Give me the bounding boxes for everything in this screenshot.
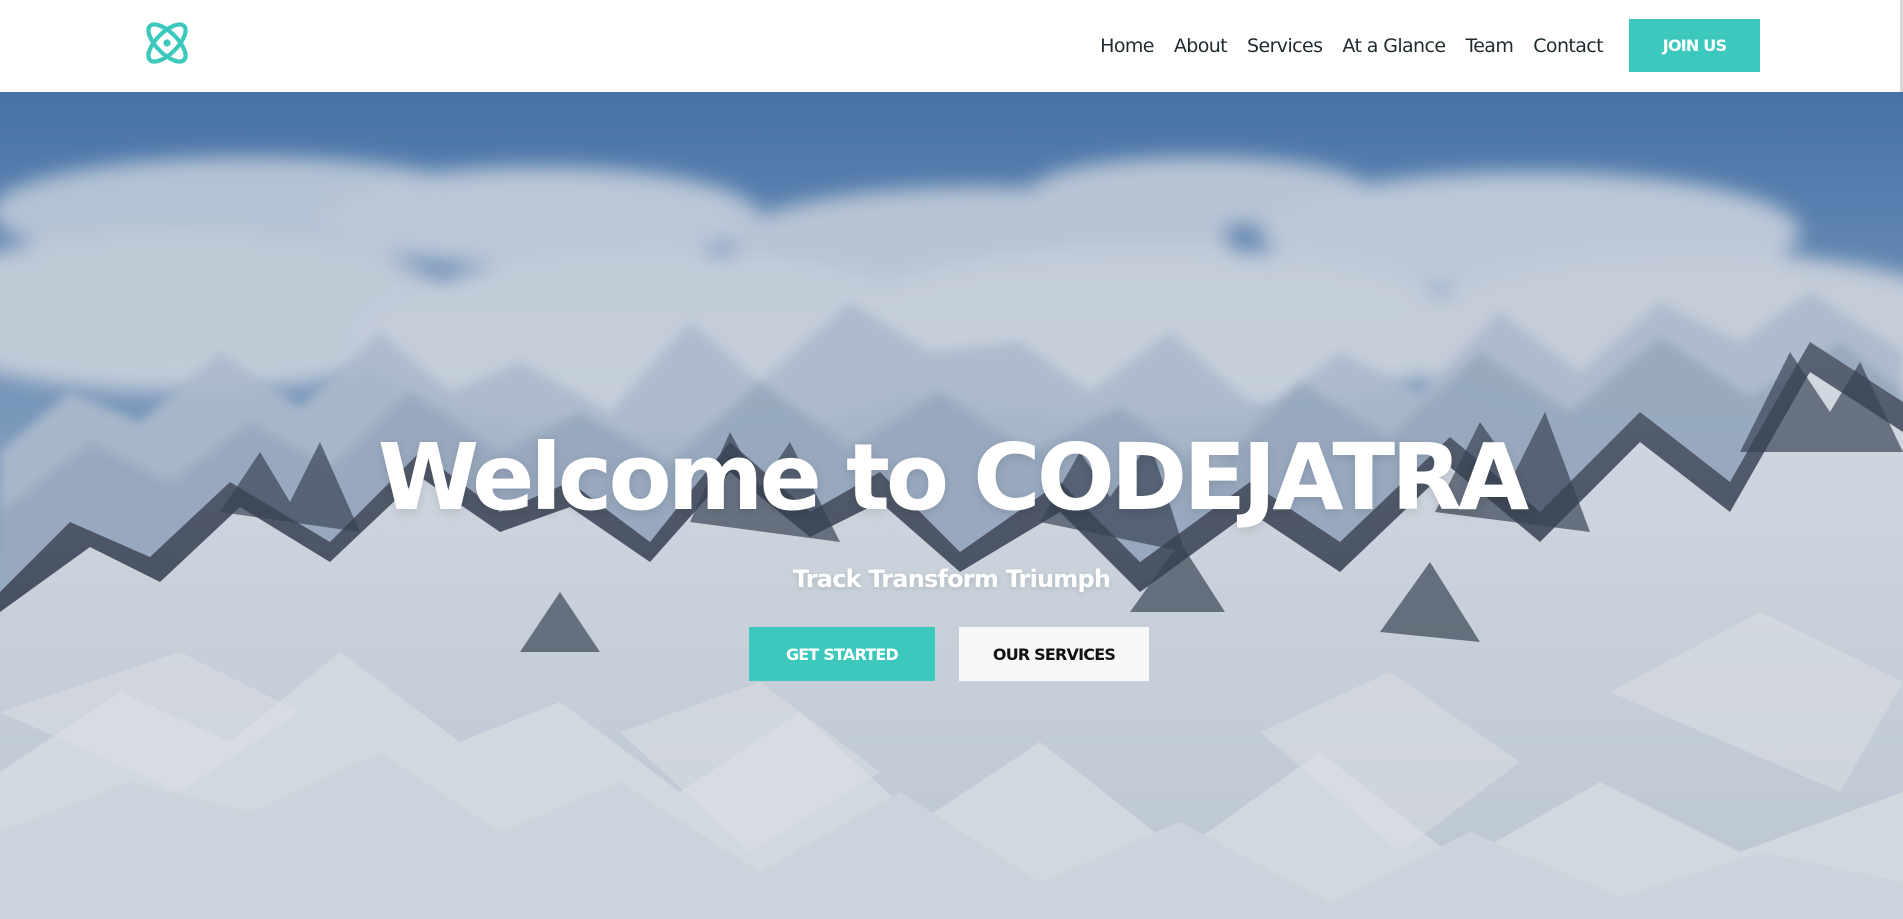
get-started-button[interactable]: GET STARTED bbox=[749, 627, 935, 681]
nav-about-link[interactable]: About bbox=[1174, 35, 1228, 57]
main-nav: Home About Services At a Glance Team Con… bbox=[1100, 0, 1603, 92]
hero-subtitle: Track Transform Triumph bbox=[792, 565, 1111, 593]
nav-services-link[interactable]: Services bbox=[1247, 35, 1323, 57]
site-header: Home About Services At a Glance Team Con… bbox=[0, 0, 1903, 92]
hero-section: Welcome to CODEJATRA Track Transform Tri… bbox=[0, 92, 1903, 919]
nav-home-link[interactable]: Home bbox=[1100, 35, 1154, 57]
nav-contact-link[interactable]: Contact bbox=[1533, 35, 1603, 57]
atom-orbit-logo-icon bbox=[146, 22, 188, 64]
hero-button-group: GET STARTED OUR SERVICES bbox=[749, 627, 1149, 681]
nav-team-link[interactable]: Team bbox=[1465, 35, 1513, 57]
page: Home About Services At a Glance Team Con… bbox=[0, 0, 1903, 919]
join-us-button[interactable]: JOIN US bbox=[1629, 19, 1760, 72]
our-services-button[interactable]: OUR SERVICES bbox=[959, 627, 1149, 681]
logo[interactable] bbox=[140, 16, 194, 70]
nav-at-a-glance-link[interactable]: At a Glance bbox=[1342, 35, 1446, 57]
hero-title: Welcome to CODEJATRA bbox=[377, 424, 1529, 531]
